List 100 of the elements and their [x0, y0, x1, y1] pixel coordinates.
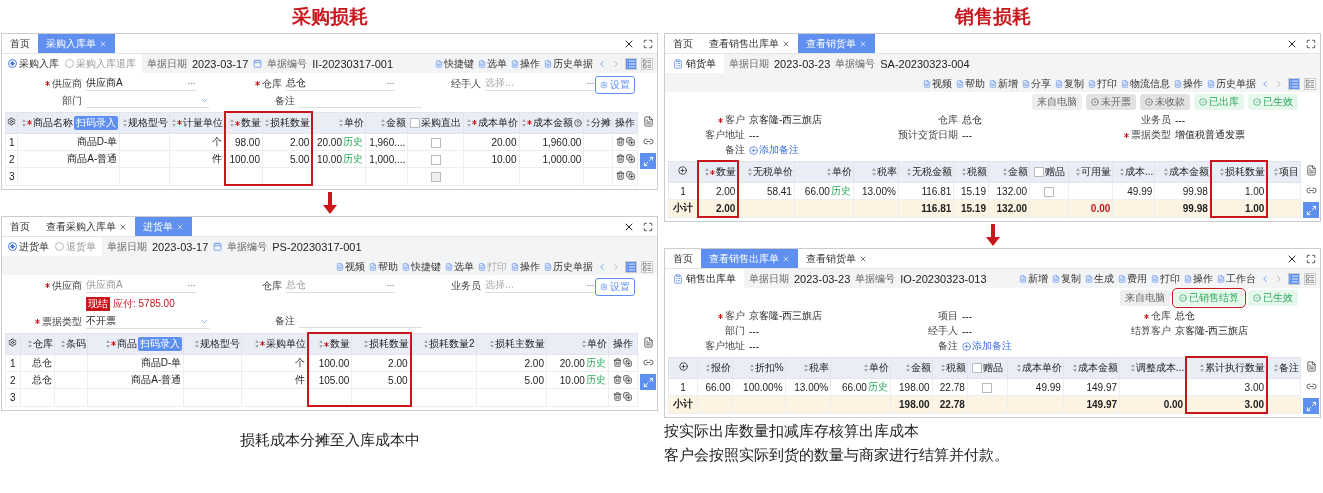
document-icon[interactable] [1088, 79, 1096, 88]
column-header[interactable]: 无税单价 [738, 161, 795, 183]
next-icon[interactable] [611, 261, 621, 272]
sort-icon[interactable] [61, 339, 66, 348]
column-header[interactable]: 成本单价 [463, 112, 519, 134]
list-view-button[interactable] [625, 260, 637, 273]
column-header[interactable]: 累计执行数量 [1186, 357, 1267, 379]
column-header[interactable]: 金额 [365, 112, 408, 134]
document-icon[interactable] [435, 59, 443, 68]
add-icon[interactable] [749, 145, 758, 155]
toolbar-button[interactable]: 选单 [445, 259, 474, 274]
toolbar-button[interactable]: 历史单据 [1207, 76, 1256, 91]
card-view-button[interactable] [641, 260, 653, 273]
sort-icon[interactable] [195, 339, 200, 348]
copy-icon[interactable] [623, 391, 633, 401]
sort-icon[interactable] [27, 339, 32, 348]
checkbox[interactable] [1033, 166, 1044, 177]
checkbox[interactable] [410, 117, 421, 128]
document-icon[interactable] [1052, 274, 1060, 283]
toolbar-button[interactable]: 快捷键 [402, 259, 441, 274]
column-settings[interactable] [668, 161, 698, 183]
document-icon[interactable] [989, 79, 997, 88]
help-icon[interactable] [574, 118, 583, 127]
copy-icon[interactable] [623, 357, 633, 367]
checkbox[interactable] [430, 154, 441, 165]
toolbar-button[interactable]: 视频 [336, 259, 365, 274]
add-remark-link[interactable]: 添加备注 [962, 339, 1085, 353]
previous-icon[interactable] [597, 261, 607, 272]
column-header[interactable]: 税额 [953, 161, 989, 183]
document-icon[interactable] [1085, 274, 1093, 283]
document-icon[interactable] [1207, 79, 1215, 88]
card-view-button[interactable] [1304, 272, 1316, 285]
column-header[interactable]: 可用量 [1068, 161, 1113, 183]
fullscreen-icon[interactable] [1306, 38, 1316, 49]
delete-icon[interactable] [613, 374, 623, 384]
sort-icon[interactable] [940, 363, 945, 372]
column-settings[interactable] [5, 112, 18, 134]
calendar-icon[interactable] [213, 242, 223, 251]
copy-icon[interactable] [625, 136, 635, 146]
document-icon[interactable] [1174, 79, 1182, 88]
document-icon[interactable] [1022, 79, 1030, 88]
sort-icon[interactable] [1200, 364, 1204, 372]
tab[interactable]: 首页 [2, 217, 38, 236]
column-header[interactable]: 赠品 [1029, 161, 1069, 183]
column-header[interactable]: 成本金额 [1063, 357, 1120, 379]
column-header[interactable]: 单价 [546, 333, 609, 355]
toolbar-button[interactable]: 工作台 [1217, 271, 1256, 286]
column-header[interactable]: 金额 [890, 357, 933, 379]
sort-icon[interactable] [962, 167, 966, 176]
column-header[interactable]: 损耗数量 [1210, 161, 1268, 183]
previous-icon[interactable] [1260, 78, 1270, 89]
delete-icon[interactable] [615, 136, 625, 146]
delete-icon[interactable] [613, 391, 623, 401]
checkbox[interactable] [971, 362, 982, 373]
column-header[interactable]: 数量 [225, 112, 263, 134]
document-icon[interactable] [1055, 79, 1063, 88]
toolbar-button[interactable]: 生成 [1085, 271, 1114, 286]
document-icon[interactable] [923, 79, 931, 88]
column-header[interactable]: 调整成本... [1119, 357, 1187, 379]
sort-icon[interactable] [907, 167, 912, 176]
add-icon[interactable] [678, 166, 688, 176]
sort-icon[interactable] [106, 339, 111, 348]
sort-icon[interactable] [863, 363, 868, 372]
list-view-button[interactable] [1288, 272, 1300, 285]
column-header[interactable]: 无税金额 [898, 161, 954, 183]
sort-icon[interactable] [172, 118, 177, 127]
sort-icon[interactable] [466, 118, 471, 127]
radio-option[interactable]: 进货单 [8, 239, 49, 254]
sort-icon[interactable] [1076, 167, 1081, 176]
column-header[interactable]: 金额 [988, 161, 1030, 183]
toolbar-button[interactable]: 复制 [1055, 76, 1084, 91]
sort-icon[interactable] [229, 119, 234, 127]
checkbox[interactable] [430, 137, 441, 148]
document-icon[interactable] [369, 262, 377, 271]
sort-icon[interactable] [586, 118, 591, 127]
column-header[interactable]: 采购直出 [407, 112, 464, 134]
toolbar-button[interactable]: 历史单据 [544, 259, 593, 274]
sort-icon[interactable] [1274, 167, 1278, 176]
toolbar-button[interactable]: 视频 [923, 76, 952, 91]
column-header[interactable]: 商品名称 扫码录入 [17, 112, 120, 134]
column-header[interactable]: 损耗数量 [262, 112, 313, 134]
toolbar-button[interactable]: 费用 [1118, 271, 1147, 286]
copy-icon[interactable] [625, 170, 635, 180]
column-header[interactable]: 规格型号 [119, 112, 170, 134]
toolbar-button[interactable]: 分享 [1022, 76, 1051, 91]
toolbar-button[interactable]: 操作 [1184, 271, 1213, 286]
sort-icon[interactable] [265, 119, 270, 127]
card-view-button[interactable] [1304, 77, 1316, 90]
sort-icon[interactable] [22, 118, 27, 127]
fullscreen-icon[interactable] [1306, 253, 1316, 264]
column-header[interactable]: 操作 [608, 333, 638, 355]
radio-dot[interactable] [8, 59, 17, 68]
document-icon[interactable] [478, 59, 486, 68]
document-icon[interactable] [336, 262, 344, 271]
document-icon[interactable] [1121, 79, 1129, 88]
previous-icon[interactable] [597, 58, 607, 69]
column-header[interactable]: 单价 [794, 161, 854, 183]
sort-icon[interactable] [747, 167, 752, 176]
toolbar-button[interactable]: 操作 [1174, 76, 1203, 91]
sort-icon[interactable] [1130, 363, 1135, 372]
